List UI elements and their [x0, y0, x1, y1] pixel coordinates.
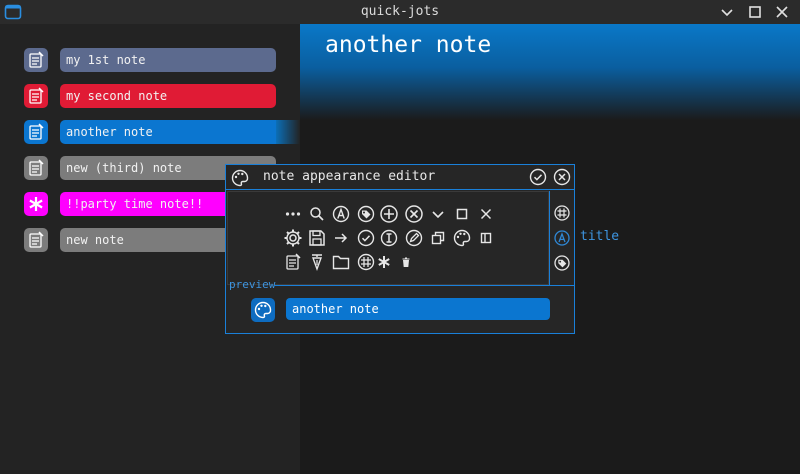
- palette-icon: [251, 298, 275, 322]
- preview-note-label: another note: [286, 298, 550, 320]
- preview-label: preview: [229, 278, 276, 291]
- close-dialog-button[interactable]: [553, 168, 571, 186]
- dialog-titlebar: note appearance editor: [226, 165, 574, 190]
- palette-icon: [230, 168, 250, 188]
- tag-circle-icon[interactable]: [553, 254, 571, 272]
- note-edit-icon: [24, 156, 48, 180]
- copy-icon[interactable]: [428, 228, 448, 248]
- appearance-mode-panel: [549, 191, 574, 285]
- circle-a-icon[interactable]: [331, 204, 351, 224]
- check-circle-icon[interactable]: [356, 228, 376, 248]
- tag-circle-icon[interactable]: [356, 204, 376, 224]
- more-dots-icon[interactable]: [283, 204, 303, 224]
- note-title[interactable]: another note: [325, 32, 491, 58]
- arrow-right-icon[interactable]: [331, 228, 351, 248]
- save-icon[interactable]: [307, 228, 327, 248]
- panel-icon[interactable]: [476, 228, 496, 248]
- palette-icon[interactable]: [452, 228, 472, 248]
- gear-icon[interactable]: [283, 228, 303, 248]
- x-circle-icon[interactable]: [404, 204, 424, 224]
- chevron-down-icon[interactable]: [428, 204, 448, 224]
- note-edit-icon[interactable]: [283, 252, 303, 272]
- square-icon[interactable]: [452, 204, 472, 224]
- preview-divider: [274, 285, 574, 286]
- note-item-selected[interactable]: another note: [24, 120, 276, 144]
- note-edit-icon: [24, 48, 48, 72]
- asterisk-icon: [24, 192, 48, 216]
- dialog-title: note appearance editor: [263, 169, 436, 184]
- note-label: my second note: [60, 84, 276, 108]
- window-titlebar: quick-jots: [0, 0, 800, 25]
- note-label: another note: [60, 120, 276, 144]
- grid-circle-icon[interactable]: [553, 204, 571, 222]
- grid-circle-icon[interactable]: [356, 252, 376, 272]
- search-icon[interactable]: [307, 204, 327, 224]
- window-title: quick-jots: [360, 4, 440, 19]
- title-label: title: [580, 229, 620, 244]
- selection-highlight: [276, 120, 300, 144]
- circle-a-icon[interactable]: [553, 229, 571, 247]
- trash-icon[interactable]: [396, 252, 416, 272]
- note-header: another note: [300, 24, 800, 120]
- note-edit-icon: [24, 84, 48, 108]
- plus-circle-icon[interactable]: [379, 204, 399, 224]
- close-x-icon[interactable]: [476, 204, 496, 224]
- note-item[interactable]: my 1st note: [24, 48, 276, 72]
- icon-picker-grid: [227, 191, 549, 285]
- info-circle-icon[interactable]: [379, 228, 399, 248]
- appearance-editor-dialog: note appearance editor preview another n…: [225, 164, 575, 334]
- maximize-button[interactable]: [745, 2, 765, 22]
- note-edit-icon: [24, 120, 48, 144]
- asterisk-icon[interactable]: [374, 252, 394, 272]
- pen-nib-icon[interactable]: [307, 252, 327, 272]
- confirm-button[interactable]: [529, 168, 547, 186]
- note-label: my 1st note: [60, 48, 276, 72]
- pencil-circle-icon[interactable]: [404, 228, 424, 248]
- minimize-button[interactable]: [717, 2, 737, 22]
- folder-icon[interactable]: [331, 252, 351, 272]
- note-item[interactable]: my second note: [24, 84, 276, 108]
- close-window-button[interactable]: [772, 2, 792, 22]
- note-edit-icon: [24, 228, 48, 252]
